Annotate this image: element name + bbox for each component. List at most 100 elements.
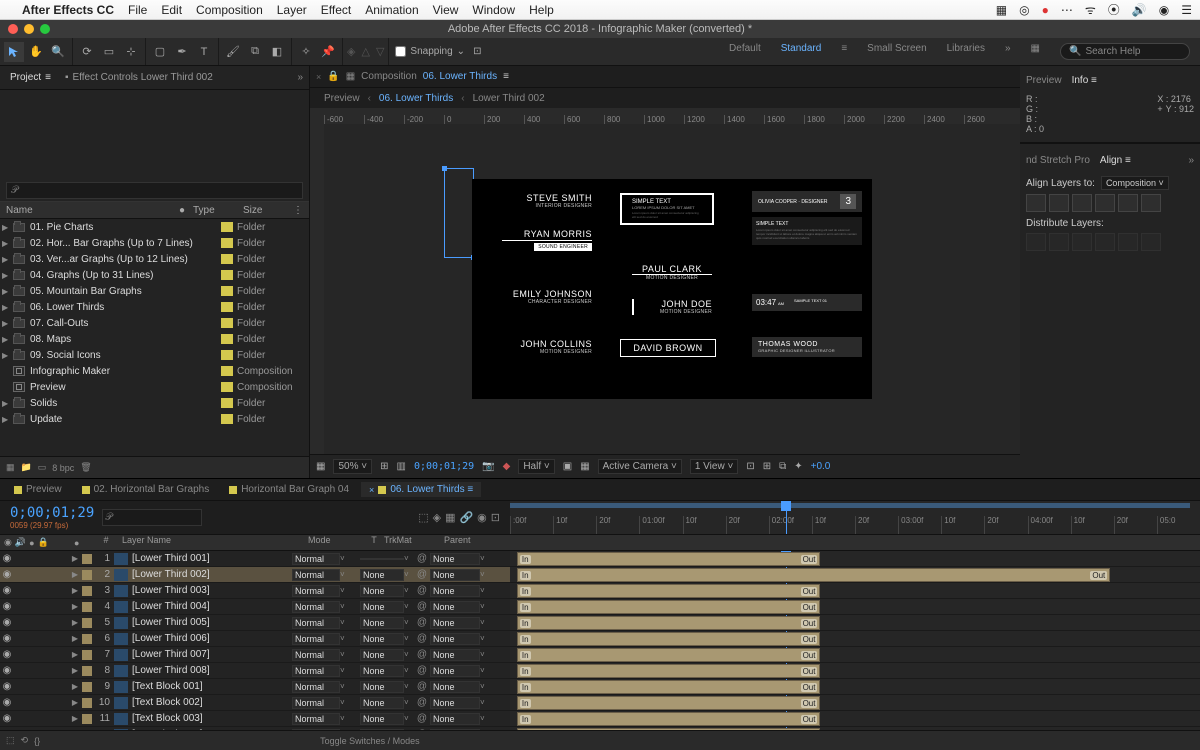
layer-label[interactable]	[82, 618, 92, 628]
menu-composition[interactable]: Composition	[196, 3, 263, 17]
visibility-toggle[interactable]: ◉	[0, 681, 14, 692]
pickwhip-icon[interactable]: @	[414, 649, 430, 660]
visibility-toggle[interactable]: ◉	[0, 697, 14, 708]
layer-row[interactable]: ◉▶9[Text Block 001]Normal˅None˅@None˅	[0, 679, 510, 695]
parent-dropdown[interactable]: None	[430, 665, 480, 677]
pickwhip-icon[interactable]: @	[414, 569, 430, 580]
playhead[interactable]	[786, 501, 787, 534]
blend-mode-dropdown[interactable]: Normal	[292, 601, 340, 613]
view-opt-icon[interactable]: ✦	[794, 461, 802, 472]
trkmat-dropdown[interactable]: None	[360, 713, 404, 725]
workspace-menu-icon[interactable]: ≡	[841, 43, 847, 60]
project-item[interactable]: ▶08. MapsFolder	[0, 331, 309, 347]
blend-mode-dropdown[interactable]: Normal	[292, 553, 340, 565]
pickwhip-icon[interactable]: @	[414, 585, 430, 596]
layer-row[interactable]: ◉▶1[Lower Third 001]Normal˅˅@None˅	[0, 551, 510, 567]
layer-label[interactable]	[82, 698, 92, 708]
label-header-icon[interactable]: ●	[74, 538, 79, 548]
project-item[interactable]: ▶02. Hor... Bar Graphs (Up to 7 Lines)Fo…	[0, 235, 309, 251]
timecode[interactable]: 0;00;01;29	[10, 505, 94, 521]
clone-tool[interactable]: ⧉	[245, 42, 265, 62]
search-help-input[interactable]: 🔍 Search Help	[1060, 43, 1190, 60]
expand-arrow[interactable]: ▶	[70, 698, 80, 707]
views-dropdown[interactable]: 1 View ˅	[690, 459, 738, 474]
search-icon[interactable]: ⦿	[1108, 1, 1120, 18]
tl-icon[interactable]: ◉	[477, 511, 487, 524]
app-name[interactable]: After Effects CC	[22, 3, 114, 17]
trkmat-dropdown[interactable]: None	[360, 665, 404, 677]
blend-mode-dropdown[interactable]: Normal	[292, 617, 340, 629]
timeline-tab[interactable]: 02. Horizontal Bar Graphs	[74, 482, 218, 497]
label-icon[interactable]: ●	[179, 205, 193, 216]
parent-dropdown[interactable]: None	[430, 585, 480, 597]
comp-name[interactable]: 06. Lower Thirds	[423, 71, 497, 82]
align-tab[interactable]: Align ≡	[1100, 155, 1131, 166]
col-layer-name[interactable]: Layer Name	[118, 535, 308, 550]
preview-tab[interactable]: Preview	[1026, 75, 1062, 86]
parent-dropdown[interactable]: None	[430, 713, 480, 725]
blend-mode-dropdown[interactable]: Normal	[292, 585, 340, 597]
pickwhip-icon[interactable]: @	[414, 633, 430, 644]
tl-icon[interactable]: ⬚	[418, 511, 428, 524]
work-area-bar[interactable]	[510, 503, 1190, 508]
menu-file[interactable]: File	[128, 3, 147, 17]
layer-row[interactable]: ◉▶8[Lower Third 008]Normal˅None˅@None˅	[0, 663, 510, 679]
breadcrumb-item[interactable]: Preview	[324, 93, 360, 104]
bpc-button[interactable]: 8 bpc	[52, 463, 74, 473]
minimize-window-icon[interactable]	[24, 24, 34, 34]
project-item[interactable]: ▶05. Mountain Bar GraphsFolder	[0, 283, 309, 299]
siri-icon[interactable]: ◉	[1159, 3, 1169, 17]
camera-dropdown[interactable]: Active Camera ˅	[598, 459, 682, 474]
resolution-dropdown[interactable]: Half ˅	[518, 459, 554, 474]
track-row[interactable]: InOut	[510, 695, 1200, 711]
trkmat-dropdown[interactable]: None	[360, 633, 404, 645]
dist-button[interactable]	[1026, 233, 1046, 251]
layer-row[interactable]: ◉▶11[Text Block 003]Normal˅None˅@None˅	[0, 711, 510, 727]
zoom-dropdown[interactable]: 50% ˅	[333, 459, 372, 474]
close-window-icon[interactable]	[8, 24, 18, 34]
tl-icon[interactable]: 🔗	[459, 511, 473, 524]
view-opt-icon[interactable]: ⊞	[763, 461, 771, 472]
workspace-small[interactable]: Small Screen	[867, 43, 926, 60]
layer-label[interactable]	[82, 570, 92, 580]
trkmat-dropdown[interactable]: None	[360, 649, 404, 661]
timeline-tab[interactable]: × 06. Lower Thirds ≡	[361, 482, 481, 497]
shape-tool[interactable]: ▢	[150, 42, 170, 62]
layer-clip[interactable]: InOut	[517, 616, 821, 630]
tl-footer-icon[interactable]: ⟲	[21, 735, 29, 746]
dist-button[interactable]	[1095, 233, 1115, 251]
parent-dropdown[interactable]: None	[430, 697, 480, 709]
track-row[interactable]: InOut	[510, 663, 1200, 679]
expand-arrow[interactable]: ▶	[70, 586, 80, 595]
transparency-icon[interactable]: ▦	[580, 461, 589, 472]
project-item[interactable]: ▶07. Call-OutsFolder	[0, 315, 309, 331]
workspace-standard[interactable]: Standard	[781, 43, 822, 60]
type-tool[interactable]: T	[194, 42, 214, 62]
timeline-search-input[interactable]	[102, 509, 202, 526]
time-ruler[interactable]: :00f10f20f01:00f10f20f02:00f10f20f03:00f…	[510, 516, 1200, 534]
audio-header-icon[interactable]: 🔊	[15, 537, 26, 548]
align-left-button[interactable]	[1026, 194, 1046, 212]
menu-edit[interactable]: Edit	[161, 3, 182, 17]
layer-label[interactable]	[82, 666, 92, 676]
tl-icon[interactable]: ⊡	[491, 511, 500, 524]
exposure-value[interactable]: +0.0	[811, 461, 831, 472]
selection-handles[interactable]	[444, 168, 474, 258]
workspace-libraries[interactable]: Libraries	[947, 43, 985, 60]
track-row[interactable]: InOut	[510, 583, 1200, 599]
close-tab-icon[interactable]: ×	[316, 72, 321, 82]
info-tab[interactable]: Info ≡	[1072, 75, 1097, 86]
expand-arrow[interactable]: ▶	[70, 666, 80, 675]
lock-icon[interactable]: 🔒	[327, 71, 339, 82]
eraser-tool[interactable]: ◧	[267, 42, 287, 62]
expand-arrow[interactable]: ▶	[70, 618, 80, 627]
dist-button[interactable]	[1072, 233, 1092, 251]
pickwhip-icon[interactable]: @	[414, 601, 430, 612]
project-tab[interactable]: Project ≡	[6, 70, 55, 85]
visibility-toggle[interactable]: ◉	[0, 713, 14, 724]
layer-label[interactable]	[82, 682, 92, 692]
panel-overflow-icon[interactable]: »	[297, 72, 303, 83]
align-bottom-button[interactable]	[1141, 194, 1161, 212]
trkmat-dropdown[interactable]: None	[360, 697, 404, 709]
snapshot-icon[interactable]: 📷	[482, 461, 494, 472]
